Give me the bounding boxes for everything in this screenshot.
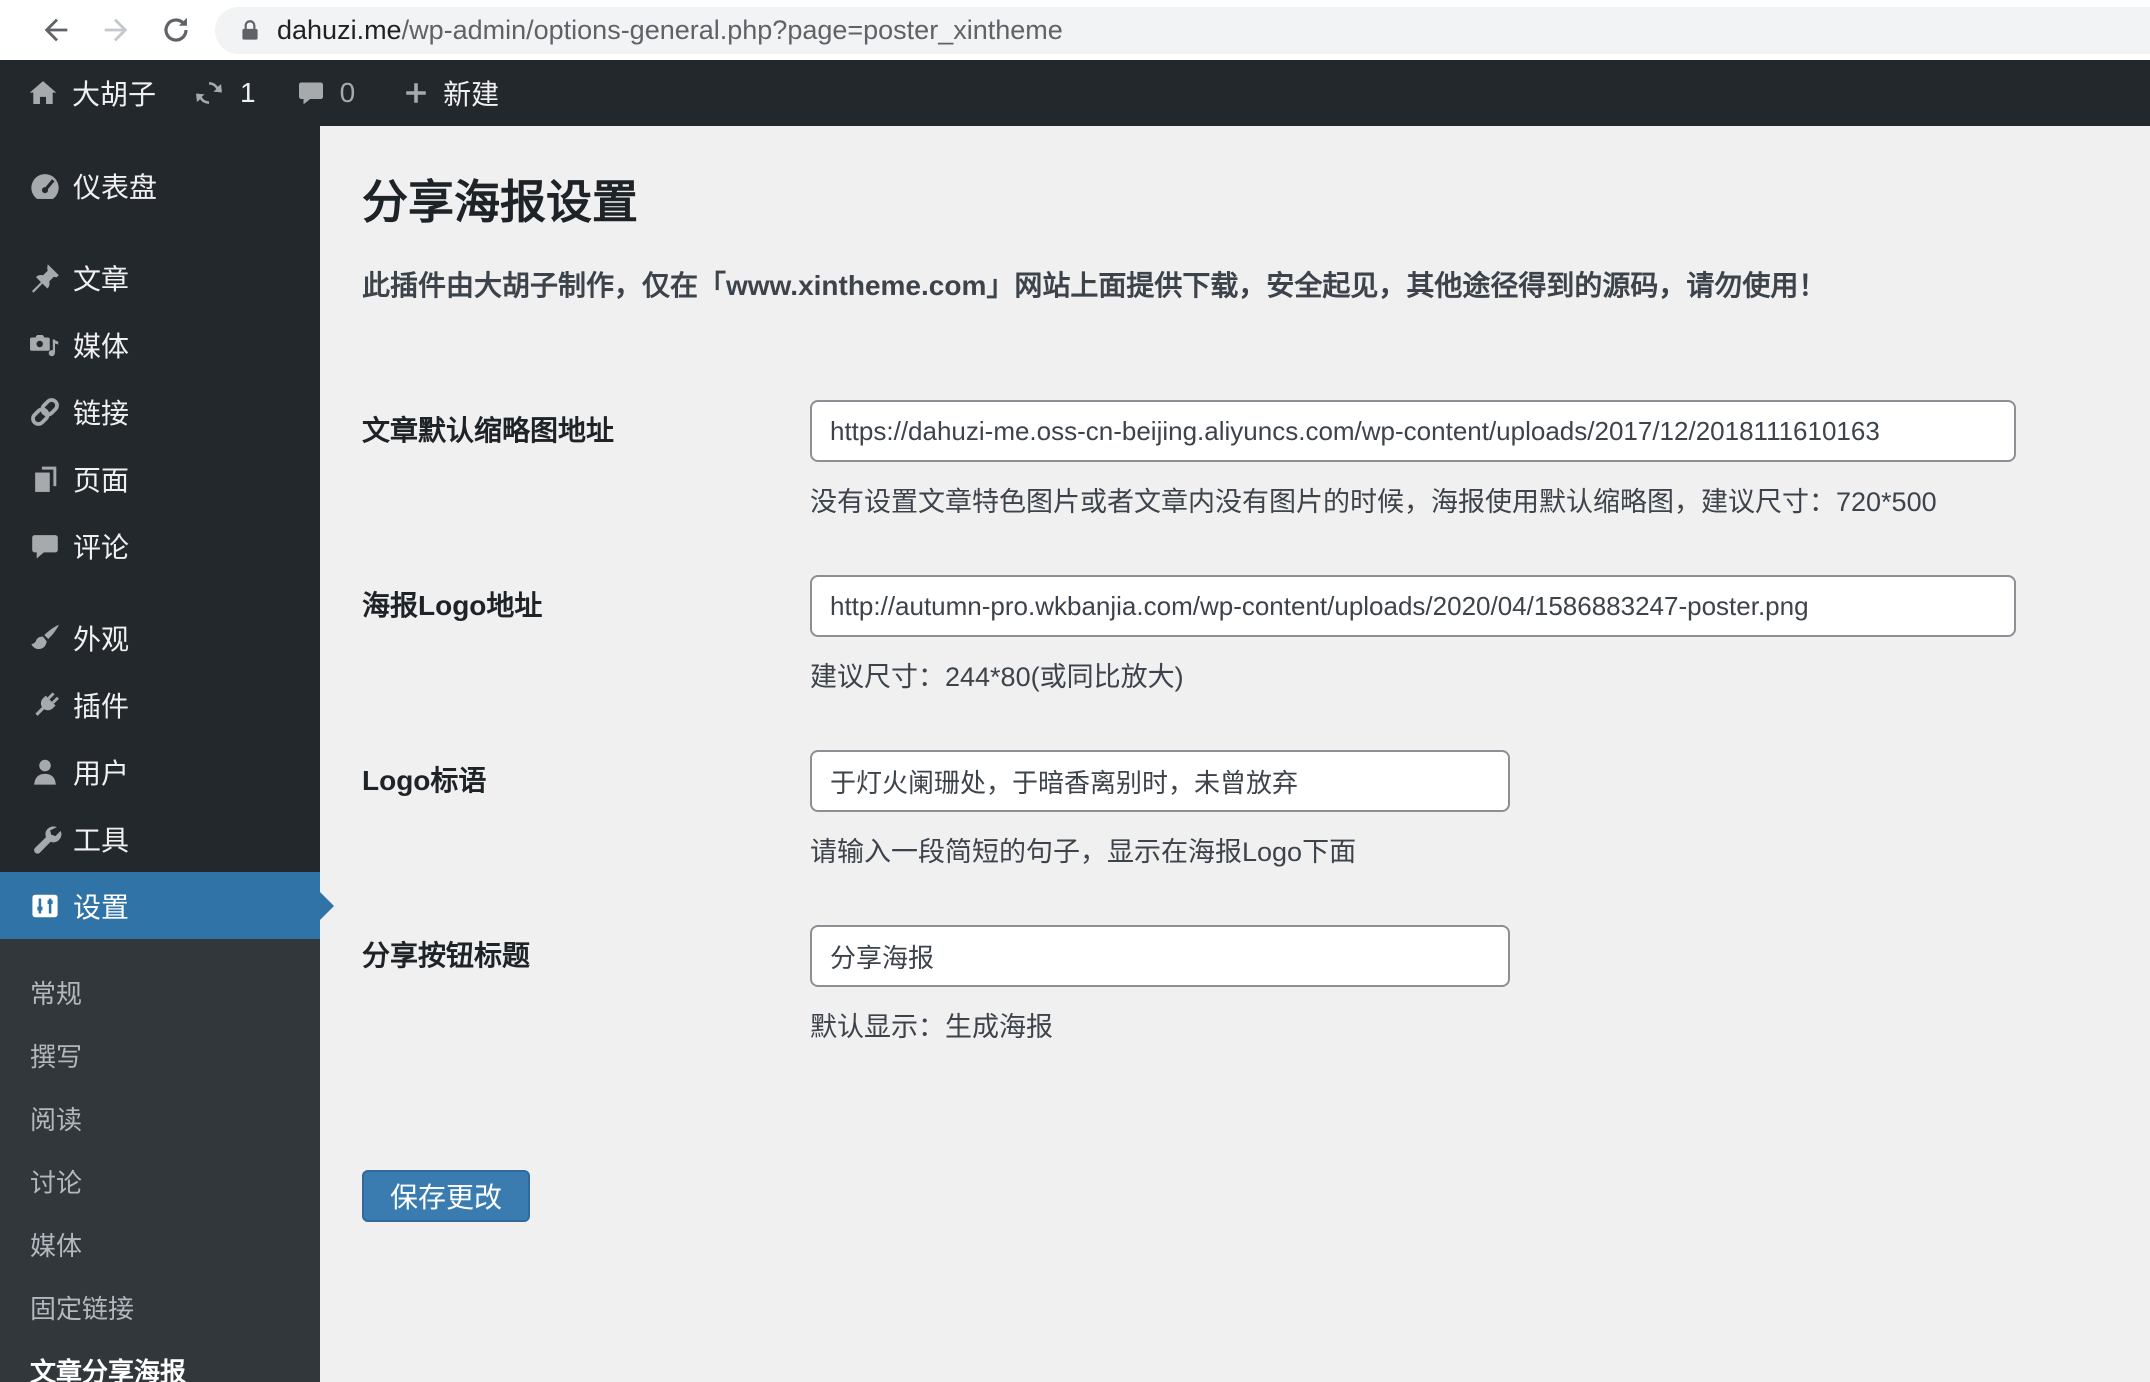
url-text: dahuzi.me/wp-admin/options-general.php?p… — [277, 15, 1063, 46]
adminbar-new-button[interactable]: 新建 — [401, 60, 499, 126]
sidebar-item-label: 外观 — [73, 623, 130, 655]
wp-admin-bar: 大胡子 1 0 新建 — [0, 60, 2150, 126]
sidebar-item-pages[interactable]: 页面 — [0, 445, 320, 512]
dashboard-gauge-icon — [26, 167, 64, 205]
poster-logo-url-input[interactable] — [810, 575, 2016, 637]
sidebar-item-settings[interactable]: 设置 — [0, 872, 334, 939]
settings-submenu: 常规 撰写 阅读 讨论 媒体 固定链接 文章分享海报 — [0, 939, 320, 1382]
submenu-item-media[interactable]: 媒体 — [0, 1213, 320, 1276]
address-bar[interactable]: dahuzi.me/wp-admin/options-general.php?p… — [215, 7, 2150, 54]
field-label: 分享按钮标题 — [362, 940, 531, 971]
camera-media-icon — [26, 326, 64, 364]
comments-bubble-icon — [26, 527, 64, 565]
share-button-title-input[interactable] — [810, 925, 1510, 987]
logo-slogan-input[interactable] — [810, 750, 1510, 812]
sidebar-item-plugins[interactable]: 插件 — [0, 671, 320, 738]
sidebar-item-label: 用户 — [73, 757, 130, 789]
sidebar-item-comments[interactable]: 评论 — [0, 512, 320, 579]
sidebar-item-appearance[interactable]: 外观 — [0, 604, 320, 671]
browser-chrome: dahuzi.me/wp-admin/options-general.php?p… — [0, 0, 2150, 60]
settings-sliders-icon — [26, 887, 64, 925]
adminbar-comment-count: 0 — [339, 77, 356, 108]
lock-icon — [242, 19, 258, 40]
pages-icon — [26, 460, 64, 498]
browser-back-button[interactable] — [38, 12, 74, 48]
save-changes-button[interactable]: 保存更改 — [362, 1170, 531, 1222]
field-label: 海报Logo地址 — [362, 590, 543, 621]
browser-reload-button[interactable] — [158, 12, 194, 48]
pushpin-icon — [26, 259, 64, 297]
browser-forward-button[interactable] — [98, 12, 134, 48]
url-path: /wp-admin/options-general.php?page=poste… — [401, 15, 1063, 45]
sidebar-item-links[interactable]: 链接 — [0, 378, 320, 445]
user-icon — [26, 753, 64, 791]
submenu-item-writing[interactable]: 撰写 — [0, 1024, 320, 1087]
chain-link-icon — [26, 393, 64, 431]
field-label: 文章默认缩略图地址 — [362, 415, 615, 446]
submenu-item-permalinks[interactable]: 固定链接 — [0, 1276, 320, 1339]
sidebar-item-label: 插件 — [73, 690, 130, 722]
sidebar-item-label: 媒体 — [73, 330, 130, 362]
plugin-description: 此插件由大胡子制作，仅在「www.xintheme.com」网站上面提供下载，安… — [362, 270, 1827, 301]
sidebar-item-label: 设置 — [73, 891, 130, 923]
menu-separator — [0, 579, 320, 604]
sidebar-item-label: 链接 — [73, 397, 130, 429]
comment-icon — [296, 78, 326, 108]
plug-icon — [26, 686, 64, 724]
field-label: Logo标语 — [362, 765, 487, 796]
form-row-logo-slogan: Logo标语 请输入一段简短的句子，显示在海报Logo下面 — [362, 750, 2110, 869]
sidebar-item-label: 仪表盘 — [73, 171, 158, 203]
paintbrush-icon — [26, 619, 64, 657]
submenu-item-discussion[interactable]: 讨论 — [0, 1150, 320, 1213]
adminbar-update-count: 1 — [240, 77, 256, 108]
sidebar-item-label: 工具 — [73, 824, 130, 856]
page-title: 分享海报设置 — [362, 176, 638, 228]
sidebar-item-posts[interactable]: 文章 — [0, 244, 320, 311]
sidebar-item-dashboard[interactable]: 仪表盘 — [0, 152, 320, 219]
adminbar-comments[interactable]: 0 — [296, 60, 356, 126]
main-content: 分享海报设置 此插件由大胡子制作，仅在「www.xintheme.com」网站上… — [320, 126, 2150, 1382]
sidebar-item-label: 文章 — [73, 263, 130, 295]
default-thumbnail-url-input[interactable] — [810, 400, 2016, 462]
sidebar-item-label: 评论 — [73, 531, 130, 563]
sidebar-item-label: 页面 — [73, 464, 130, 496]
field-help-text: 建议尺寸：244*80(或同比放大) — [810, 662, 1184, 692]
field-help-text: 默认显示：生成海报 — [810, 1012, 1053, 1042]
menu-separator — [0, 219, 320, 244]
url-domain: dahuzi.me — [277, 15, 402, 45]
adminbar-updates[interactable]: 1 — [192, 60, 256, 126]
submenu-item-reading[interactable]: 阅读 — [0, 1087, 320, 1150]
forward-arrow-icon — [104, 18, 128, 42]
reload-icon — [164, 17, 188, 42]
wp-admin-sidebar: 仪表盘 文章 媒体 链接 页面 评论 外观 插件 用户 工具 设置 常规 撰写 … — [0, 126, 334, 1382]
update-icon — [192, 76, 226, 110]
field-help-text: 没有设置文章特色图片或者文章内没有图片的时候，海报使用默认缩略图，建议尺寸：72… — [810, 487, 1937, 517]
submenu-item-share-poster[interactable]: 文章分享海报 — [0, 1339, 320, 1382]
wrench-icon — [26, 820, 64, 858]
sidebar-item-users[interactable]: 用户 — [0, 738, 320, 805]
adminbar-new-label: 新建 — [443, 79, 500, 110]
form-row-share-button-title: 分享按钮标题 默认显示：生成海报 — [362, 925, 2110, 1044]
adminbar-site-menu[interactable]: 大胡子 — [26, 60, 156, 126]
field-help-text: 请输入一段简短的句子，显示在海报Logo下面 — [810, 837, 1357, 867]
submenu-item-general[interactable]: 常规 — [0, 961, 320, 1024]
home-icon — [26, 76, 60, 110]
plus-icon — [401, 78, 431, 108]
form-row-default-thumbnail: 文章默认缩略图地址 没有设置文章特色图片或者文章内没有图片的时候，海报使用默认缩… — [362, 400, 2110, 519]
adminbar-site-name: 大胡子 — [72, 79, 157, 110]
settings-form: 文章默认缩略图地址 没有设置文章特色图片或者文章内没有图片的时候，海报使用默认缩… — [362, 400, 2110, 1222]
sidebar-item-media[interactable]: 媒体 — [0, 311, 320, 378]
form-row-poster-logo: 海报Logo地址 建议尺寸：244*80(或同比放大) — [362, 575, 2110, 694]
sidebar-item-tools[interactable]: 工具 — [0, 805, 320, 872]
back-arrow-icon — [44, 18, 68, 42]
